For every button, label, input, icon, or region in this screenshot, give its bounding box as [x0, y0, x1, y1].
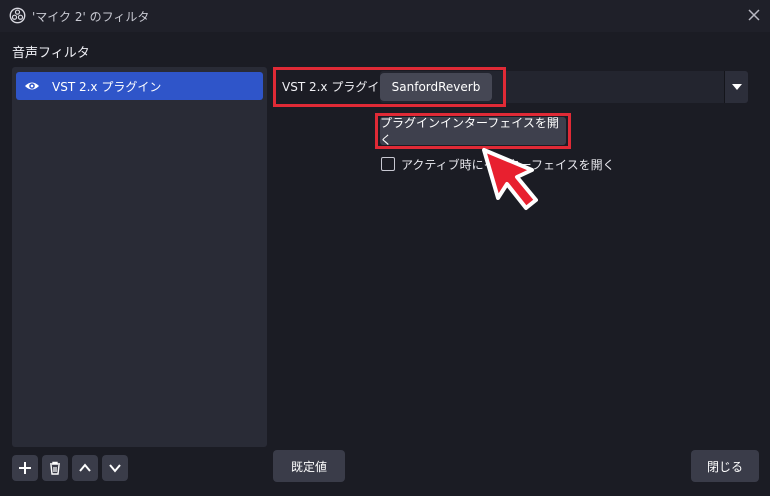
- audio-filters-label: 音声フィルタ: [12, 46, 90, 61]
- filter-list[interactable]: VST 2.x プラグイン: [12, 67, 267, 447]
- close-icon[interactable]: [745, 6, 763, 24]
- add-filter-button[interactable]: [12, 455, 38, 481]
- caret-down-icon: [732, 84, 742, 90]
- plugin-dropdown-button[interactable]: [724, 71, 748, 103]
- remove-filter-button[interactable]: [42, 455, 68, 481]
- trash-icon: [50, 461, 60, 475]
- move-down-button[interactable]: [102, 455, 128, 481]
- move-up-button[interactable]: [72, 455, 98, 481]
- title-bar: 'マイク 2' のフィルタ: [0, 0, 770, 32]
- plus-icon: [19, 462, 31, 474]
- chevron-up-icon: [79, 463, 91, 472]
- filter-item-vst[interactable]: VST 2.x プラグイン: [16, 72, 263, 100]
- eye-icon[interactable]: [24, 79, 40, 93]
- open-on-active-checkbox[interactable]: [381, 157, 395, 171]
- defaults-button[interactable]: 既定値: [273, 450, 345, 482]
- filter-item-label: VST 2.x プラグイン: [52, 80, 162, 94]
- window-title: 'マイク 2' のフィルタ: [32, 10, 150, 24]
- pointer-arrow-icon: [482, 148, 538, 210]
- close-button[interactable]: 閉じる: [691, 450, 759, 482]
- chevron-down-icon: [109, 464, 121, 473]
- obs-logo-icon: [9, 7, 26, 24]
- highlight-box-plugin: [273, 67, 506, 107]
